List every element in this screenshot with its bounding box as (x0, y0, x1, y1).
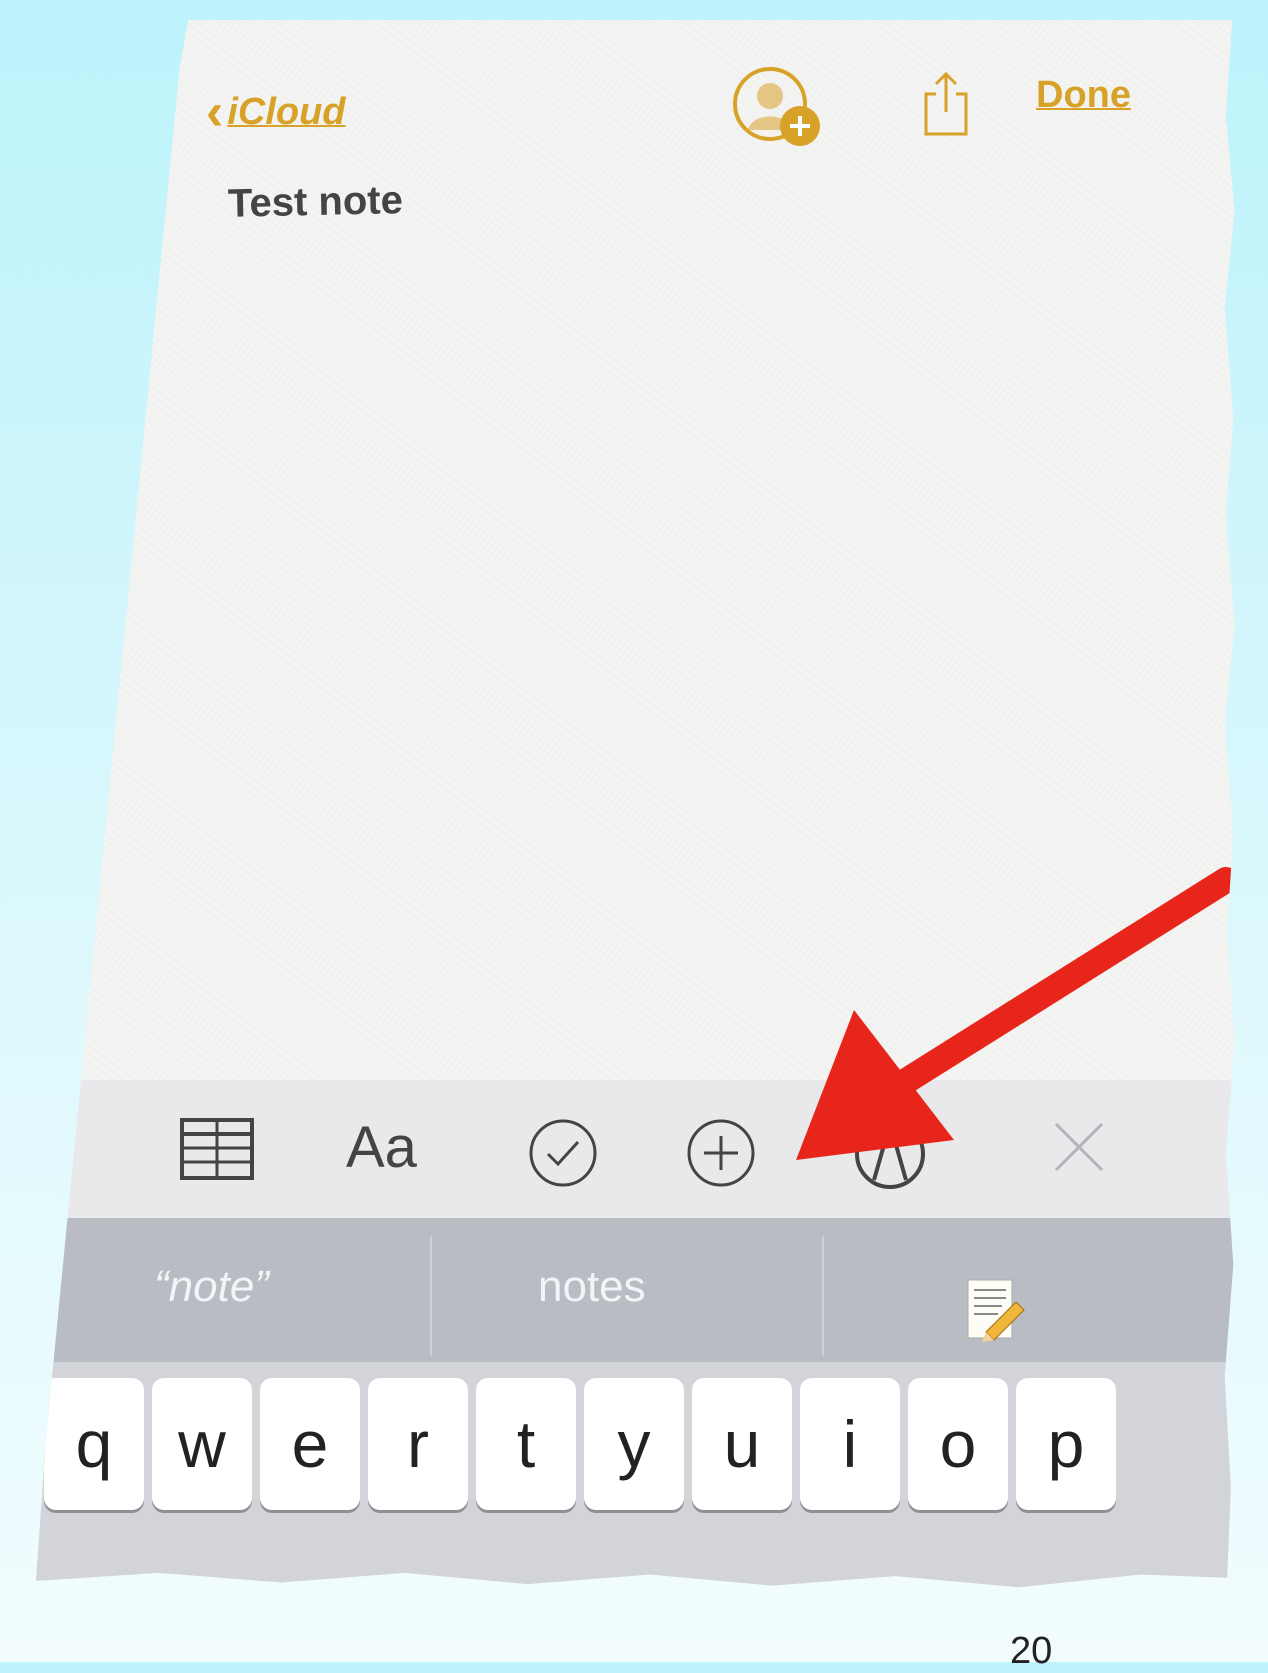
notes-screen: ‹ iCloud Done Test note Aa “note” notes … (36, 20, 1235, 1588)
annotation-arrow (796, 867, 1235, 1160)
checklist-icon (529, 1119, 597, 1187)
predictive-bar: “note” notes (36, 1218, 1235, 1362)
key-i[interactable]: i (800, 1378, 900, 1510)
page-number: 20 (1010, 1630, 1053, 1672)
text-format-button[interactable]: Aa (346, 1114, 417, 1181)
add-button[interactable] (684, 1116, 758, 1190)
key-e[interactable]: e (260, 1378, 360, 1510)
share-button[interactable] (920, 70, 972, 138)
note-title[interactable]: Test note (228, 178, 404, 227)
memo-icon (967, 1279, 1025, 1342)
plus-icon (687, 1119, 755, 1187)
back-button[interactable]: ‹ iCloud (206, 86, 346, 138)
key-p[interactable]: p (1016, 1378, 1116, 1510)
key-w[interactable]: w (152, 1378, 252, 1510)
table-icon (180, 1118, 254, 1180)
share-icon (924, 71, 968, 136)
navigation-bar: ‹ iCloud Done (36, 20, 1235, 160)
key-o[interactable]: o (908, 1378, 1008, 1510)
done-button[interactable]: Done (1036, 74, 1131, 117)
suggestion-divider (430, 1236, 432, 1356)
key-u[interactable]: u (692, 1378, 792, 1510)
add-people-button[interactable] (730, 64, 826, 154)
suggestion-1[interactable]: “note” (154, 1262, 269, 1312)
key-r[interactable]: r (368, 1378, 468, 1510)
key-t[interactable]: t (476, 1378, 576, 1510)
memo-emoji-suggestion[interactable] (962, 1276, 1026, 1344)
keyboard: q w e r t y u i o p (36, 1362, 1235, 1588)
table-button[interactable] (178, 1116, 256, 1182)
add-person-icon (733, 67, 820, 146)
key-q[interactable]: q (44, 1378, 144, 1510)
key-y[interactable]: y (584, 1378, 684, 1510)
checklist-button[interactable] (526, 1116, 600, 1190)
chevron-left-icon: ‹ (206, 83, 224, 141)
suggestion-divider (822, 1236, 824, 1356)
back-label: iCloud (227, 90, 346, 133)
suggestion-2[interactable]: notes (538, 1262, 646, 1312)
